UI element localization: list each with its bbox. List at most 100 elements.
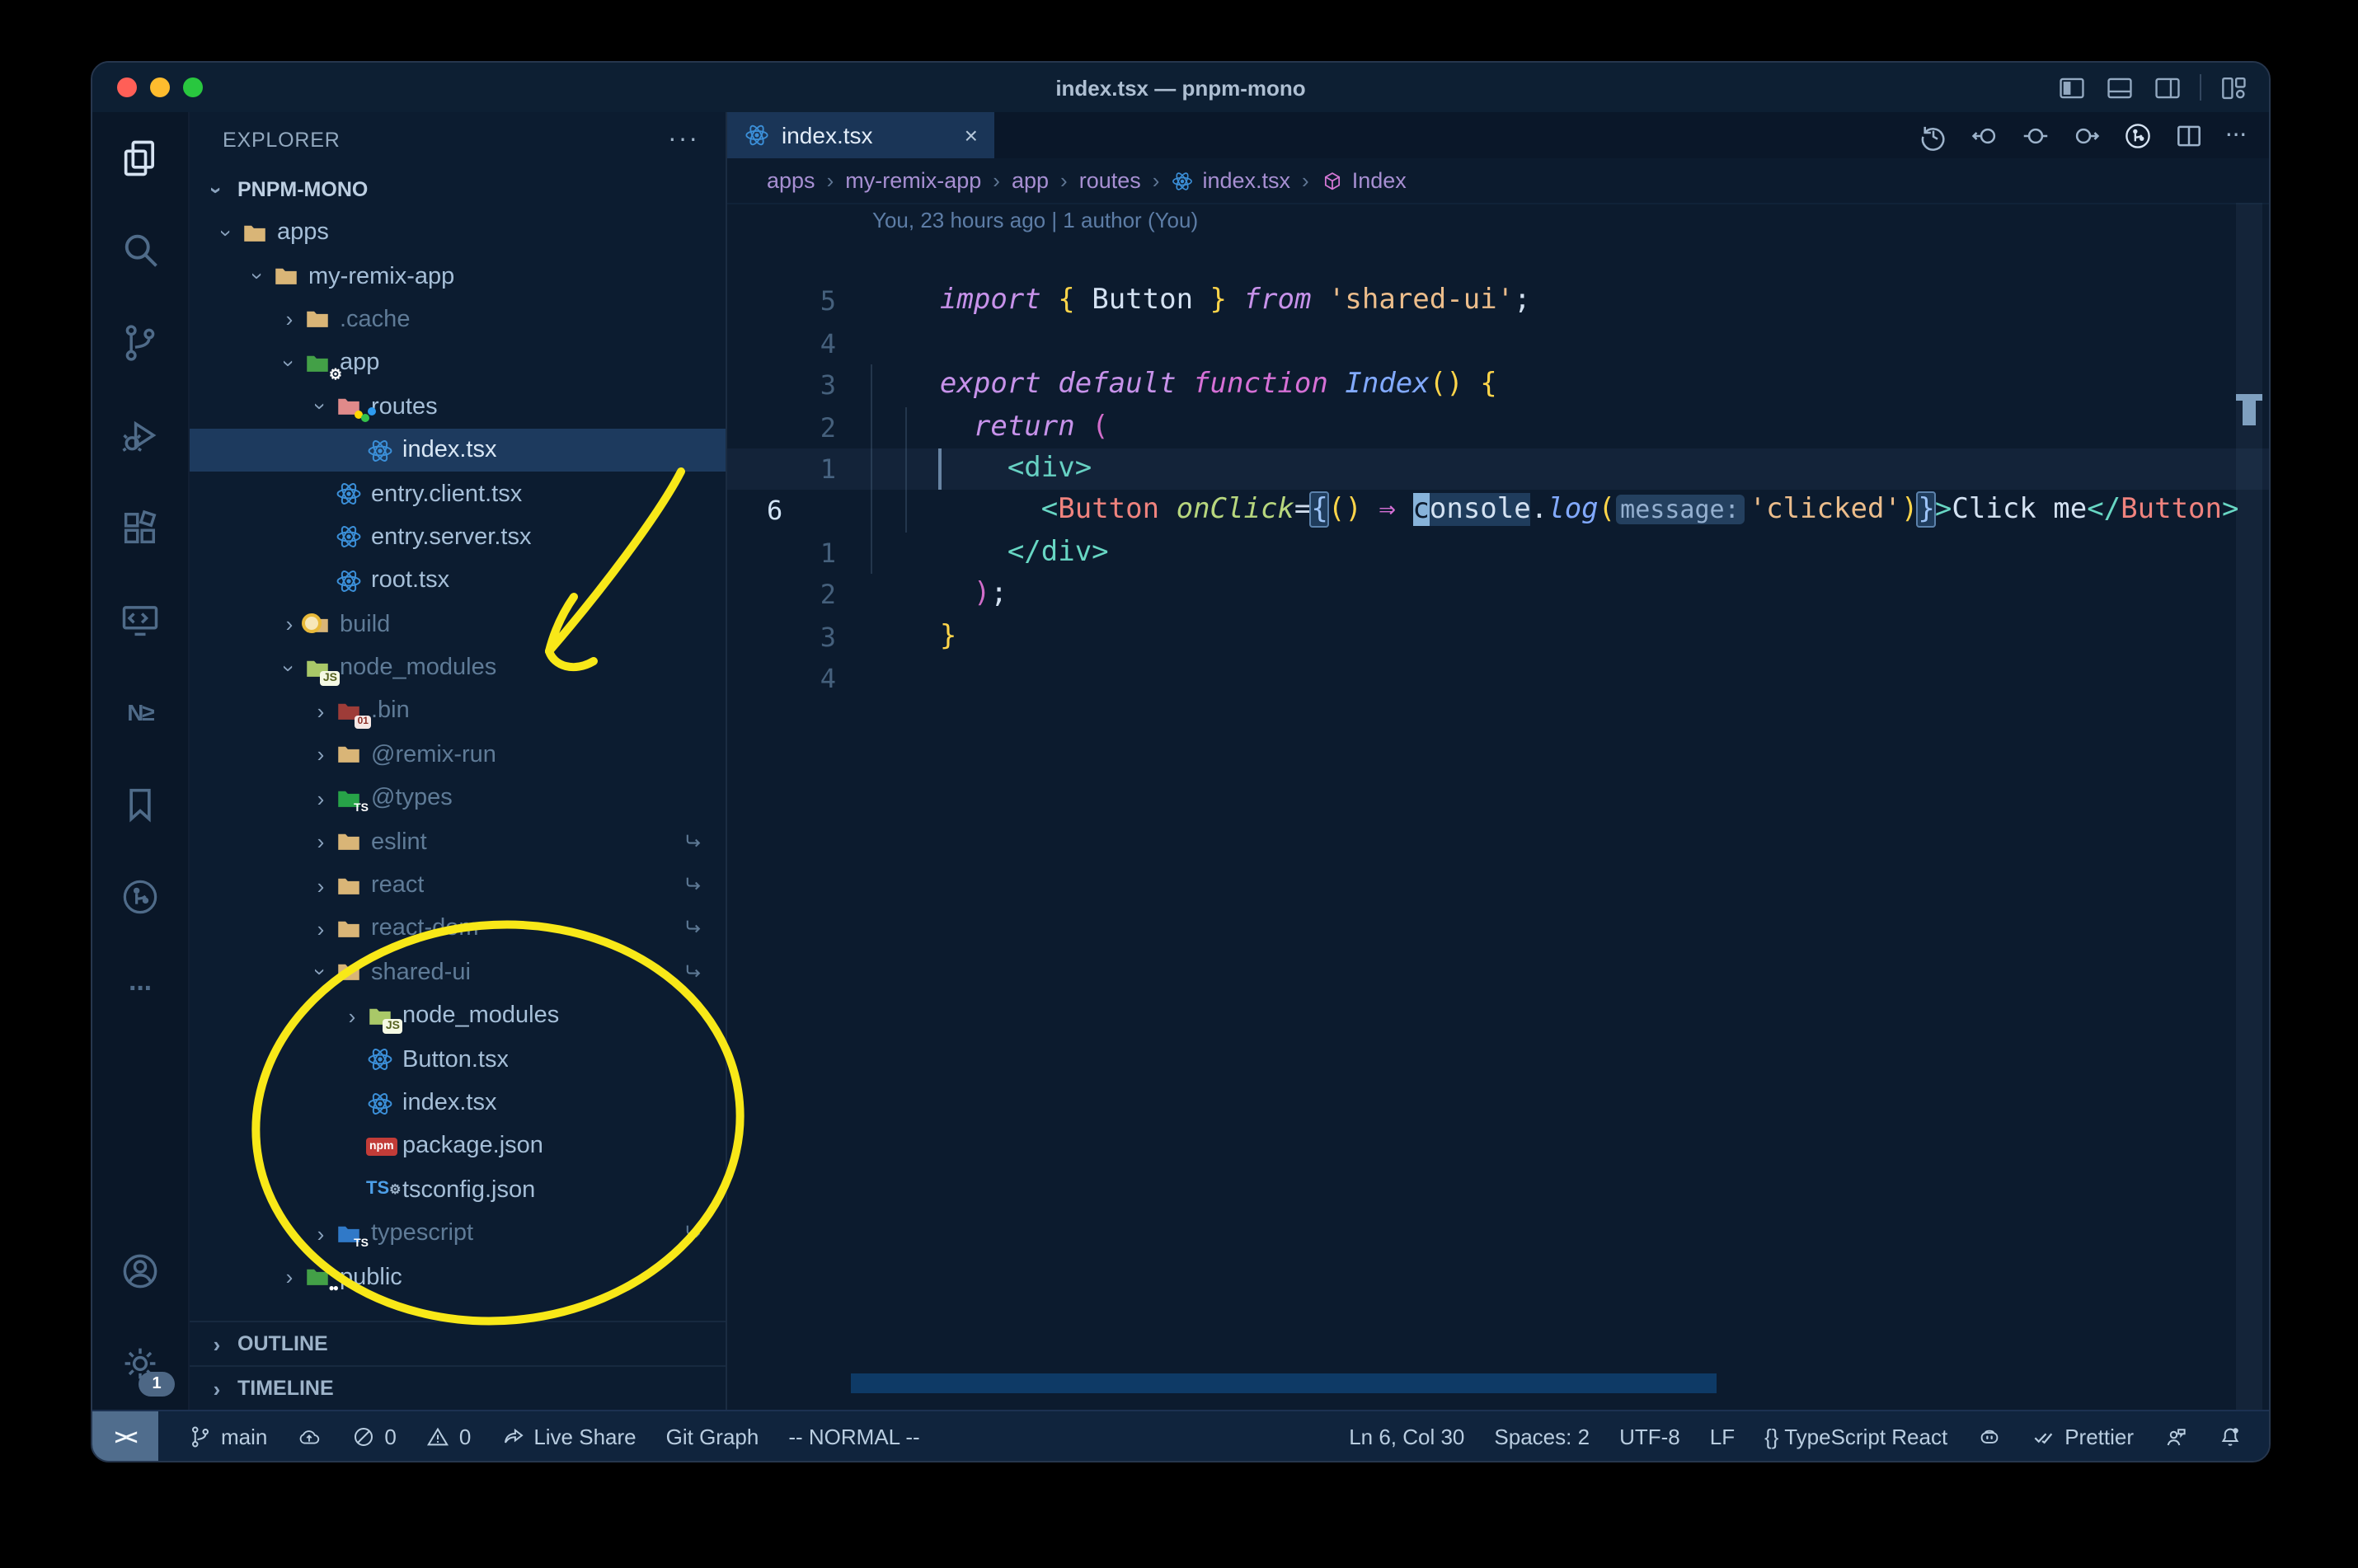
code-line[interactable]: 5 import { Button } from 'shared-ui'; [727, 239, 2269, 317]
breadcrumb-item[interactable]: my-remix-app [845, 168, 981, 193]
explorer-more-actions-icon[interactable]: ··· [668, 125, 699, 155]
activity-item-remote-explorer[interactable] [92, 574, 188, 666]
breadcrumb-item[interactable]: apps [767, 168, 815, 193]
tree-item-index-tsx[interactable]: index.tsx [190, 428, 726, 472]
section-timeline[interactable]: › TIMELINE [190, 1365, 726, 1410]
status-label: {} TypeScript React [1764, 1424, 1948, 1448]
tree-item-entry-server-tsx[interactable]: entry.server.tsx [190, 515, 726, 559]
breadcrumb-item[interactable]: routes [1079, 168, 1141, 193]
tree-item-entry-client-tsx[interactable]: entry.client.tsx [190, 472, 726, 516]
tab-index-tsx[interactable]: index.tsx × [727, 112, 994, 158]
minimize-window-button[interactable] [150, 77, 170, 97]
activity-item-nx-console[interactable]: N≥ [92, 666, 188, 758]
gitcircle-button[interactable] [2122, 120, 2154, 151]
status-feedback[interactable] [2163, 1424, 2188, 1448]
activity-item-run-and-debug[interactable] [92, 389, 188, 481]
code-line[interactable]: 4 [727, 616, 2269, 694]
layoutG-toggle-button[interactable] [2218, 72, 2249, 103]
more-actions-icon[interactable]: ··· [2224, 120, 2248, 150]
tree-item-react[interactable]: › react [190, 864, 726, 908]
split-button[interactable] [2173, 120, 2205, 151]
status-sync-changes[interactable] [297, 1424, 322, 1448]
navback-button[interactable] [1969, 120, 2000, 151]
status-cursor-position[interactable]: Ln 6, Col 30 [1349, 1424, 1464, 1448]
tree-item-tsconfig-json[interactable]: TS⚙ tsconfig.json [190, 1168, 726, 1212]
navdot-button[interactable] [2020, 120, 2051, 151]
breadcrumb-item[interactable]: Index [1321, 168, 1407, 193]
status-live-share[interactable]: Live Share [500, 1424, 636, 1448]
layoutL-toggle-button[interactable] [2056, 72, 2088, 103]
activity-item-source-control[interactable] [92, 297, 188, 389]
status-formatter[interactable]: Prettier [2032, 1424, 2134, 1448]
tree-item-app[interactable]: › ⚙ app [190, 341, 726, 385]
status-copilot[interactable] [1977, 1424, 2002, 1448]
status-eol[interactable]: LF [1710, 1424, 1735, 1448]
tree-item--bin[interactable]: › 01 .bin [190, 690, 726, 734]
zoom-window-button[interactable] [183, 77, 203, 97]
layoutP-toggle-button[interactable] [2104, 72, 2135, 103]
layoutR-toggle-button[interactable] [2152, 72, 2183, 103]
vertical-scrollbar[interactable] [2236, 203, 2262, 1410]
tree-item--cache[interactable]: › .cache [190, 298, 726, 342]
tree-item-my-remix-app[interactable]: › my-remix-app [190, 255, 726, 298]
code-line[interactable]: 3 export default function Index() { [727, 323, 2269, 401]
activity-item-explorer[interactable] [92, 112, 188, 204]
tree-item-package-json[interactable]: npm package.json [190, 1124, 726, 1168]
remote-indicator[interactable]: >< [92, 1411, 158, 1461]
active-indent-guide [938, 448, 941, 491]
code-line[interactable]: 4 [727, 281, 2269, 359]
code-line[interactable]: 3} [727, 574, 2269, 652]
status-notifications[interactable] [2218, 1424, 2243, 1448]
status-vim-mode[interactable]: -- NORMAL -- [788, 1424, 919, 1448]
status-indentation[interactable]: Spaces: 2 [1494, 1424, 1590, 1448]
code-line[interactable]: 1 <div> [727, 406, 2269, 485]
tree-item-apps[interactable]: › apps [190, 211, 726, 255]
tree-item-public[interactable]: › ●● public [190, 1256, 726, 1299]
tree-item-eslint[interactable]: › eslint [190, 820, 726, 864]
code-line[interactable]: 1 </div> [727, 491, 2269, 569]
close-tab-icon[interactable]: × [965, 122, 978, 148]
status-errors[interactable]: 0 [351, 1424, 397, 1448]
layoutL-icon [2056, 72, 2088, 103]
section-outline[interactable]: › OUTLINE [190, 1321, 726, 1365]
tree-item-node-modules[interactable]: › JS node_modules [190, 994, 726, 1038]
tree-item--remix-run[interactable]: › @remix-run [190, 733, 726, 777]
codelens-annotation[interactable]: You, 23 hours ago | 1 author (You) [727, 203, 2269, 239]
tree-item-react-dom[interactable]: › react-dom [190, 908, 726, 951]
activity-item-more-views[interactable]: ··· [92, 943, 188, 1035]
tree-item-button-tsx[interactable]: Button.tsx [190, 1038, 726, 1082]
code-editor[interactable]: You, 23 hours ago | 1 author (You) 5 impo… [727, 203, 2269, 1410]
breadcrumb-item[interactable]: app [1012, 168, 1049, 193]
workspace-root-row[interactable]: › PNPM-MONO [190, 168, 726, 211]
status-warnings[interactable]: 0 [426, 1424, 471, 1448]
breadcrumb-label: routes [1078, 168, 1141, 193]
tree-item-build[interactable]: › build [190, 603, 726, 646]
activity-item-settings[interactable]: 1 [92, 1317, 188, 1410]
tree-item-routes[interactable]: › routes [190, 385, 726, 429]
activity-item-git-graph[interactable] [92, 851, 188, 943]
tree-item--types[interactable]: › TS @types [190, 777, 726, 820]
status-git-branch[interactable]: main [188, 1424, 267, 1448]
navfwd-button[interactable] [2071, 120, 2102, 151]
section-label: OUTLINE [237, 1332, 328, 1355]
close-window-button[interactable] [117, 77, 137, 97]
activity-item-accounts[interactable] [92, 1225, 188, 1317]
code-line[interactable]: 2 ); [727, 532, 2269, 610]
tree-item-node-modules[interactable]: › JS node_modules [190, 646, 726, 690]
horizontal-scrollbar[interactable] [851, 1373, 1717, 1393]
status-git-graph[interactable]: Git Graph [666, 1424, 759, 1448]
code-line[interactable]: 2 return ( [727, 364, 2269, 443]
tree-item-shared-ui[interactable]: › shared-ui [190, 951, 726, 994]
activity-item-bookmarks[interactable] [92, 758, 188, 851]
activity-item-extensions[interactable] [92, 481, 188, 574]
tree-item-index-tsx[interactable]: index.tsx [190, 1082, 726, 1125]
status-language-mode[interactable]: {} TypeScript React [1764, 1424, 1947, 1448]
activity-item-search[interactable] [92, 204, 188, 297]
breadcrumb-item[interactable]: index.tsx [1171, 168, 1290, 193]
status-encoding[interactable]: UTF-8 [1619, 1424, 1680, 1448]
code-line[interactable]: 6 <Button onClick={() ⇒ console.log(mess… [727, 448, 2269, 528]
history-button[interactable] [1918, 120, 1949, 151]
tree-item-typescript[interactable]: › TS typescript [190, 1212, 726, 1256]
symlink-icon [683, 1222, 706, 1245]
tree-item-root-tsx[interactable]: root.tsx [190, 559, 726, 603]
